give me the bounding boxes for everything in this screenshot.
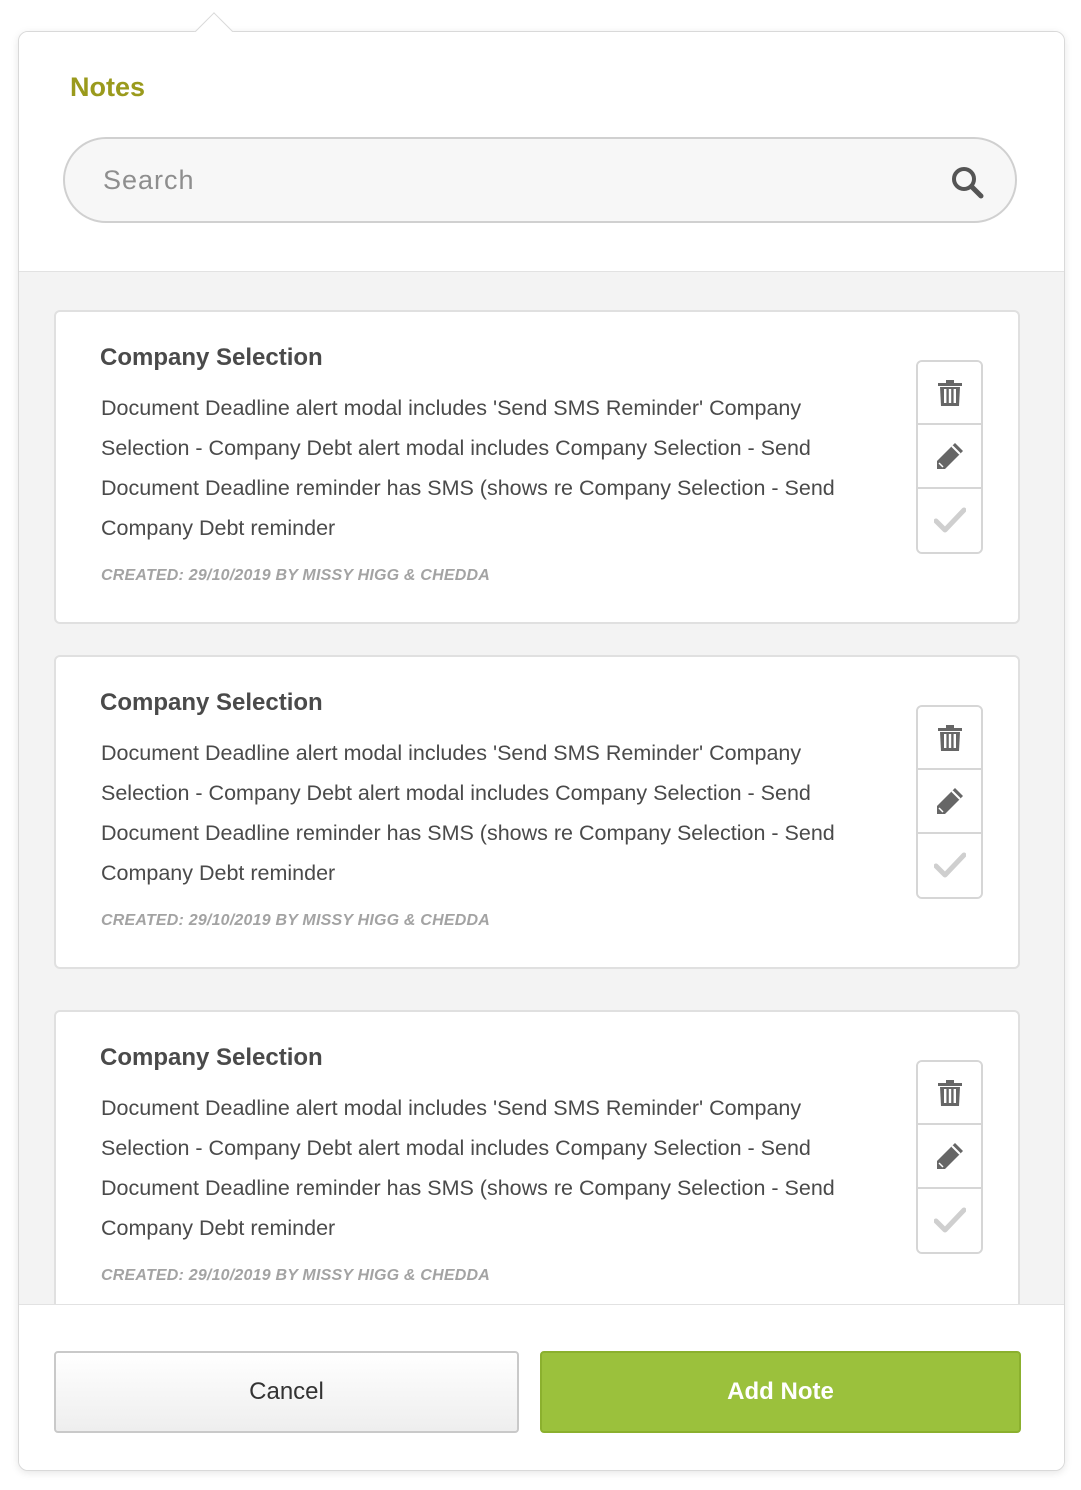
edit-note-button[interactable] xyxy=(918,425,981,489)
delete-note-button[interactable] xyxy=(918,362,981,426)
note-actions xyxy=(916,1060,983,1254)
pencil-icon xyxy=(936,787,963,814)
note-actions xyxy=(916,360,983,554)
panel-title: Notes xyxy=(70,72,146,102)
note-actions xyxy=(916,705,983,899)
edit-note-button[interactable] xyxy=(918,770,981,834)
complete-note-button[interactable] xyxy=(918,488,981,552)
delete-note-button[interactable] xyxy=(918,707,981,771)
trash-icon xyxy=(937,724,962,751)
complete-note-button[interactable] xyxy=(918,1188,981,1252)
search-icon[interactable] xyxy=(949,164,985,200)
note-created-meta: CREATED: 29/10/2019 BY MISSY HIGG & CHED… xyxy=(101,567,490,584)
search-input[interactable] xyxy=(103,139,923,221)
note-card: Company Selection Document Deadline aler… xyxy=(54,1010,1020,1304)
checkmark-icon xyxy=(933,1207,966,1233)
edit-note-button[interactable] xyxy=(918,1125,981,1189)
note-card: Company Selection Document Deadline aler… xyxy=(54,655,1020,969)
note-body: Document Deadline alert modal includes '… xyxy=(101,1096,835,1240)
search-box xyxy=(63,137,1017,223)
note-title: Company Selection xyxy=(100,344,323,371)
notes-footer: Cancel Add Note xyxy=(19,1304,1064,1470)
checkmark-icon xyxy=(933,507,966,533)
note-created-meta: CREATED: 29/10/2019 BY MISSY HIGG & CHED… xyxy=(101,1267,490,1284)
note-title: Company Selection xyxy=(100,689,323,716)
pencil-icon xyxy=(936,442,963,469)
trash-icon xyxy=(937,379,962,406)
add-note-button[interactable]: Add Note xyxy=(540,1351,1021,1433)
trash-icon xyxy=(937,1079,962,1106)
note-created-meta: CREATED: 29/10/2019 BY MISSY HIGG & CHED… xyxy=(101,912,490,929)
notes-panel: Notes Company Selection Document Deadlin… xyxy=(18,31,1065,1471)
checkmark-icon xyxy=(933,852,966,878)
notes-header: Notes xyxy=(19,32,1064,272)
notes-list[interactable]: Company Selection Document Deadline aler… xyxy=(19,272,1064,1304)
note-body: Document Deadline alert modal includes '… xyxy=(101,396,835,540)
note-body: Document Deadline alert modal includes '… xyxy=(101,741,835,885)
complete-note-button[interactable] xyxy=(918,833,981,897)
note-title: Company Selection xyxy=(100,1044,323,1071)
pencil-icon xyxy=(936,1142,963,1169)
delete-note-button[interactable] xyxy=(918,1062,981,1126)
cancel-button[interactable]: Cancel xyxy=(54,1351,519,1433)
note-card: Company Selection Document Deadline aler… xyxy=(54,310,1020,624)
